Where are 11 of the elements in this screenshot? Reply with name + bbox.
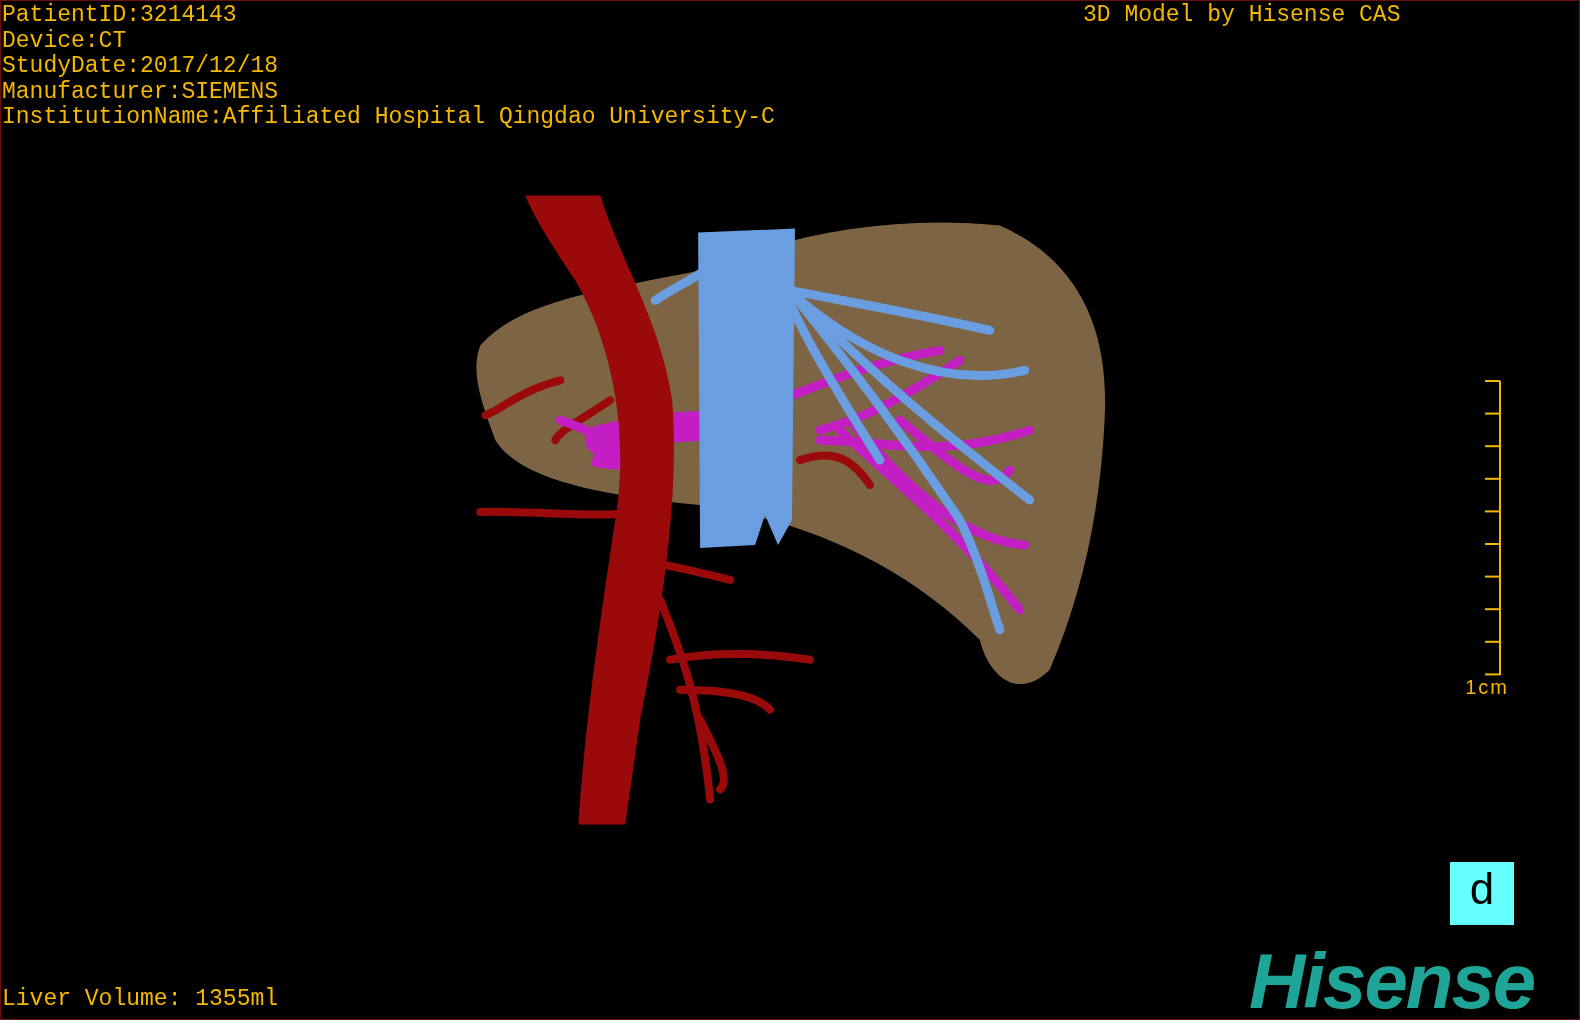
- scale-bar-label: 1cm: [1465, 676, 1509, 698]
- patient-info-text: InstitutionName:Affiliated Hospital Qingdao University-C: [2, 105, 775, 131]
- scale-bar-icon: [1483, 380, 1503, 676]
- orientation-marker: d: [1450, 862, 1514, 925]
- patient-info-text: Manufacturer:SIEMENS: [2, 79, 279, 105]
- patient-info-text: PatientID:3214143: [2, 3, 237, 29]
- patient-info-text: Device:CT: [2, 28, 127, 54]
- model-credit-text: 3D Model by Hisense CAS: [1083, 3, 1401, 29]
- liver-volume-text: Liver Volume: 1355ml: [2, 985, 279, 1013]
- patient-info-text: StudyDate:2017/12/18: [2, 54, 279, 80]
- logo-text: Hisense: [1249, 941, 1535, 1019]
